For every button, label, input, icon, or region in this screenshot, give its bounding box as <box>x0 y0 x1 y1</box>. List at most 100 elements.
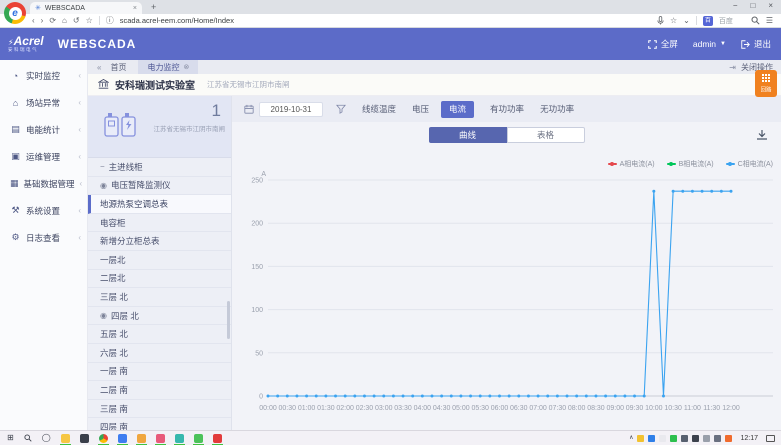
circuit-item-8[interactable]: ◉四层 北 <box>88 307 231 326</box>
tray-dark-icon[interactable] <box>692 435 699 442</box>
param-tab-0[interactable]: 线缆温度 <box>362 103 396 115</box>
sidebar-item-6[interactable]: ⚙日志查看‹ <box>0 224 87 251</box>
circuit-item-13[interactable]: 三层 南 <box>88 400 231 419</box>
app-blue-icon[interactable] <box>118 434 127 443</box>
mic-icon[interactable] <box>657 16 664 25</box>
back-icon[interactable]: ‹ <box>32 16 35 25</box>
home-icon[interactable]: ⌂ <box>62 16 67 25</box>
app-teal-icon[interactable] <box>175 434 184 443</box>
legend-item-1[interactable]: B相电流(A) <box>667 159 714 169</box>
wechat-icon[interactable] <box>670 435 677 442</box>
toggle-curve[interactable]: 曲线 <box>429 127 507 143</box>
clock[interactable]: 12:17 <box>740 435 758 442</box>
collapse-minus-icon[interactable]: − <box>100 162 105 171</box>
circuit-item-1[interactable]: ◉电压暂降监测仪 <box>88 177 231 196</box>
sidebar-item-0[interactable]: ◔实时监控‹ <box>0 62 87 89</box>
search-engine-icon[interactable]: 百 <box>703 16 713 26</box>
circuit-item-10[interactable]: 六层 北 <box>88 344 231 363</box>
sidebar-item-1[interactable]: ⌂场站异常‹ <box>0 89 87 116</box>
circuit-item-11[interactable]: 一层 南 <box>88 363 231 382</box>
param-tab-3[interactable]: 有功功率 <box>490 103 524 115</box>
circuit-scrollbar[interactable] <box>227 301 230 339</box>
monitor-app-icon[interactable] <box>80 434 89 443</box>
tab-power-monitoring[interactable]: 电力监控 ⊗ <box>138 60 198 74</box>
tray-white-icon[interactable] <box>659 435 666 442</box>
acrel-logo: ⚡Acrel 安科瑞电气 <box>8 35 44 53</box>
circuit-item-14[interactable]: 四层 南 <box>88 418 231 430</box>
circuit-quick-button[interactable]: 回路 <box>755 70 777 97</box>
param-tab-1[interactable]: 电压 <box>412 103 429 115</box>
tab-close-circle-icon[interactable]: ⊗ <box>183 63 189 71</box>
favorite-icon[interactable]: ☆ <box>670 16 677 25</box>
param-tab-4[interactable]: 无功功率 <box>540 103 574 115</box>
param-tab-2[interactable]: 电流 <box>441 101 474 118</box>
chevron-down-icon[interactable]: ⌄ <box>683 16 690 25</box>
tray-blue-icon[interactable] <box>648 435 655 442</box>
tray-orange-icon[interactable] <box>725 435 732 442</box>
forward-icon[interactable]: › <box>41 16 44 25</box>
browser-logo-icon[interactable]: e <box>4 2 26 24</box>
sidebar-item-3[interactable]: ▣运维管理‹ <box>0 143 87 170</box>
circuit-item-12[interactable]: 二层 南 <box>88 381 231 400</box>
calendar-icon[interactable] <box>244 104 254 114</box>
circuit-item-9[interactable]: 五层 北 <box>88 325 231 344</box>
circuit-item-0[interactable]: −主进线柜 <box>88 158 231 177</box>
volume-icon[interactable] <box>681 435 688 442</box>
tray-expand-icon[interactable]: ∧ <box>629 435 633 441</box>
start-icon[interactable]: ⊞ <box>7 434 14 442</box>
search-icon[interactable] <box>751 16 760 25</box>
sidebar-item-2[interactable]: ▤电能统计‹ <box>0 116 87 143</box>
new-tab-button[interactable]: + <box>151 2 156 12</box>
window-minimize-icon[interactable]: − <box>733 1 738 10</box>
star-icon[interactable]: ☆ <box>86 16 93 25</box>
circuit-item-4[interactable]: 新增分立柜总表 <box>88 232 231 251</box>
date-input[interactable] <box>259 102 323 117</box>
reload-icon[interactable]: ⟳ <box>49 16 56 25</box>
svg-text:08:00: 08:00 <box>568 405 586 412</box>
legend-marker-icon <box>608 163 617 165</box>
logout-button[interactable]: 退出 <box>741 38 771 50</box>
tray-grid-icon[interactable] <box>714 435 721 442</box>
download-icon[interactable] <box>756 129 768 141</box>
circuit-item-6[interactable]: 二层北 <box>88 270 231 289</box>
circuit-item-2[interactable]: 地源热泵空调总表 <box>88 195 231 214</box>
explorer-icon[interactable] <box>61 434 70 443</box>
tray-shield-icon[interactable] <box>637 435 644 442</box>
app-pink-icon[interactable] <box>156 434 165 443</box>
sidebar-item-4[interactable]: ▦基础数据管理‹ <box>0 170 87 197</box>
fullscreen-button[interactable]: 全屏 <box>648 38 678 50</box>
chrome-icon[interactable] <box>99 434 108 443</box>
sidebar-item-5[interactable]: ⚒系统设置‹ <box>0 197 87 224</box>
site-info-icon[interactable]: ⓘ <box>106 15 114 26</box>
window-close-icon[interactable]: × <box>768 1 773 10</box>
toggle-table[interactable]: 表格 <box>507 127 585 143</box>
user-menu[interactable]: admin ▼ <box>693 39 726 49</box>
window-maximize-icon[interactable]: □ <box>750 1 755 10</box>
browser-menu-icon[interactable]: ☰ <box>766 16 773 25</box>
app-orange-icon[interactable] <box>137 434 146 443</box>
taskbar-search-icon[interactable] <box>24 434 32 442</box>
url-text[interactable]: scada.acrel-eem.com/Home/Index <box>120 16 651 25</box>
notification-icon[interactable] <box>766 435 775 442</box>
filter-funnel-icon[interactable] <box>336 104 346 114</box>
app-red-icon[interactable] <box>213 434 222 443</box>
legend-item-2[interactable]: C相电流(A) <box>726 159 773 169</box>
circuit-item-7[interactable]: 三层 北 <box>88 288 231 307</box>
station-card[interactable]: 1 江苏省无锡市江阴市南闸 <box>88 96 231 158</box>
search-engine-label[interactable]: 百度 <box>719 16 733 26</box>
display-icon[interactable] <box>703 435 710 442</box>
circuit-list: −主进线柜◉电压暂降监测仪地源热泵空调总表电容柜新增分立柜总表一层北二层北三层 … <box>88 158 231 430</box>
chart-toolbar: 线缆温度 电压电流 有功功率 无功功率 <box>232 96 781 122</box>
tab-close-icon[interactable]: × <box>133 5 137 12</box>
legend-item-0[interactable]: A相电流(A) <box>608 159 655 169</box>
browser-tab[interactable]: ✳ WEBSCADA × <box>30 2 142 14</box>
history-icon[interactable]: ↺ <box>73 16 80 25</box>
cortana-icon[interactable]: ◯ <box>42 434 51 442</box>
circuit-item-3[interactable]: 电容柜 <box>88 214 231 233</box>
circuit-item-5[interactable]: 一层北 <box>88 251 231 270</box>
current-curve-chart[interactable]: 050100150200250A00:0000:3001:0001:3002:0… <box>232 170 781 428</box>
tab-home[interactable]: 首页 <box>110 62 126 73</box>
collapse-tabs-icon[interactable]: « <box>97 63 101 72</box>
svg-text:00:30: 00:30 <box>279 405 297 412</box>
app-green-icon[interactable] <box>194 434 203 443</box>
